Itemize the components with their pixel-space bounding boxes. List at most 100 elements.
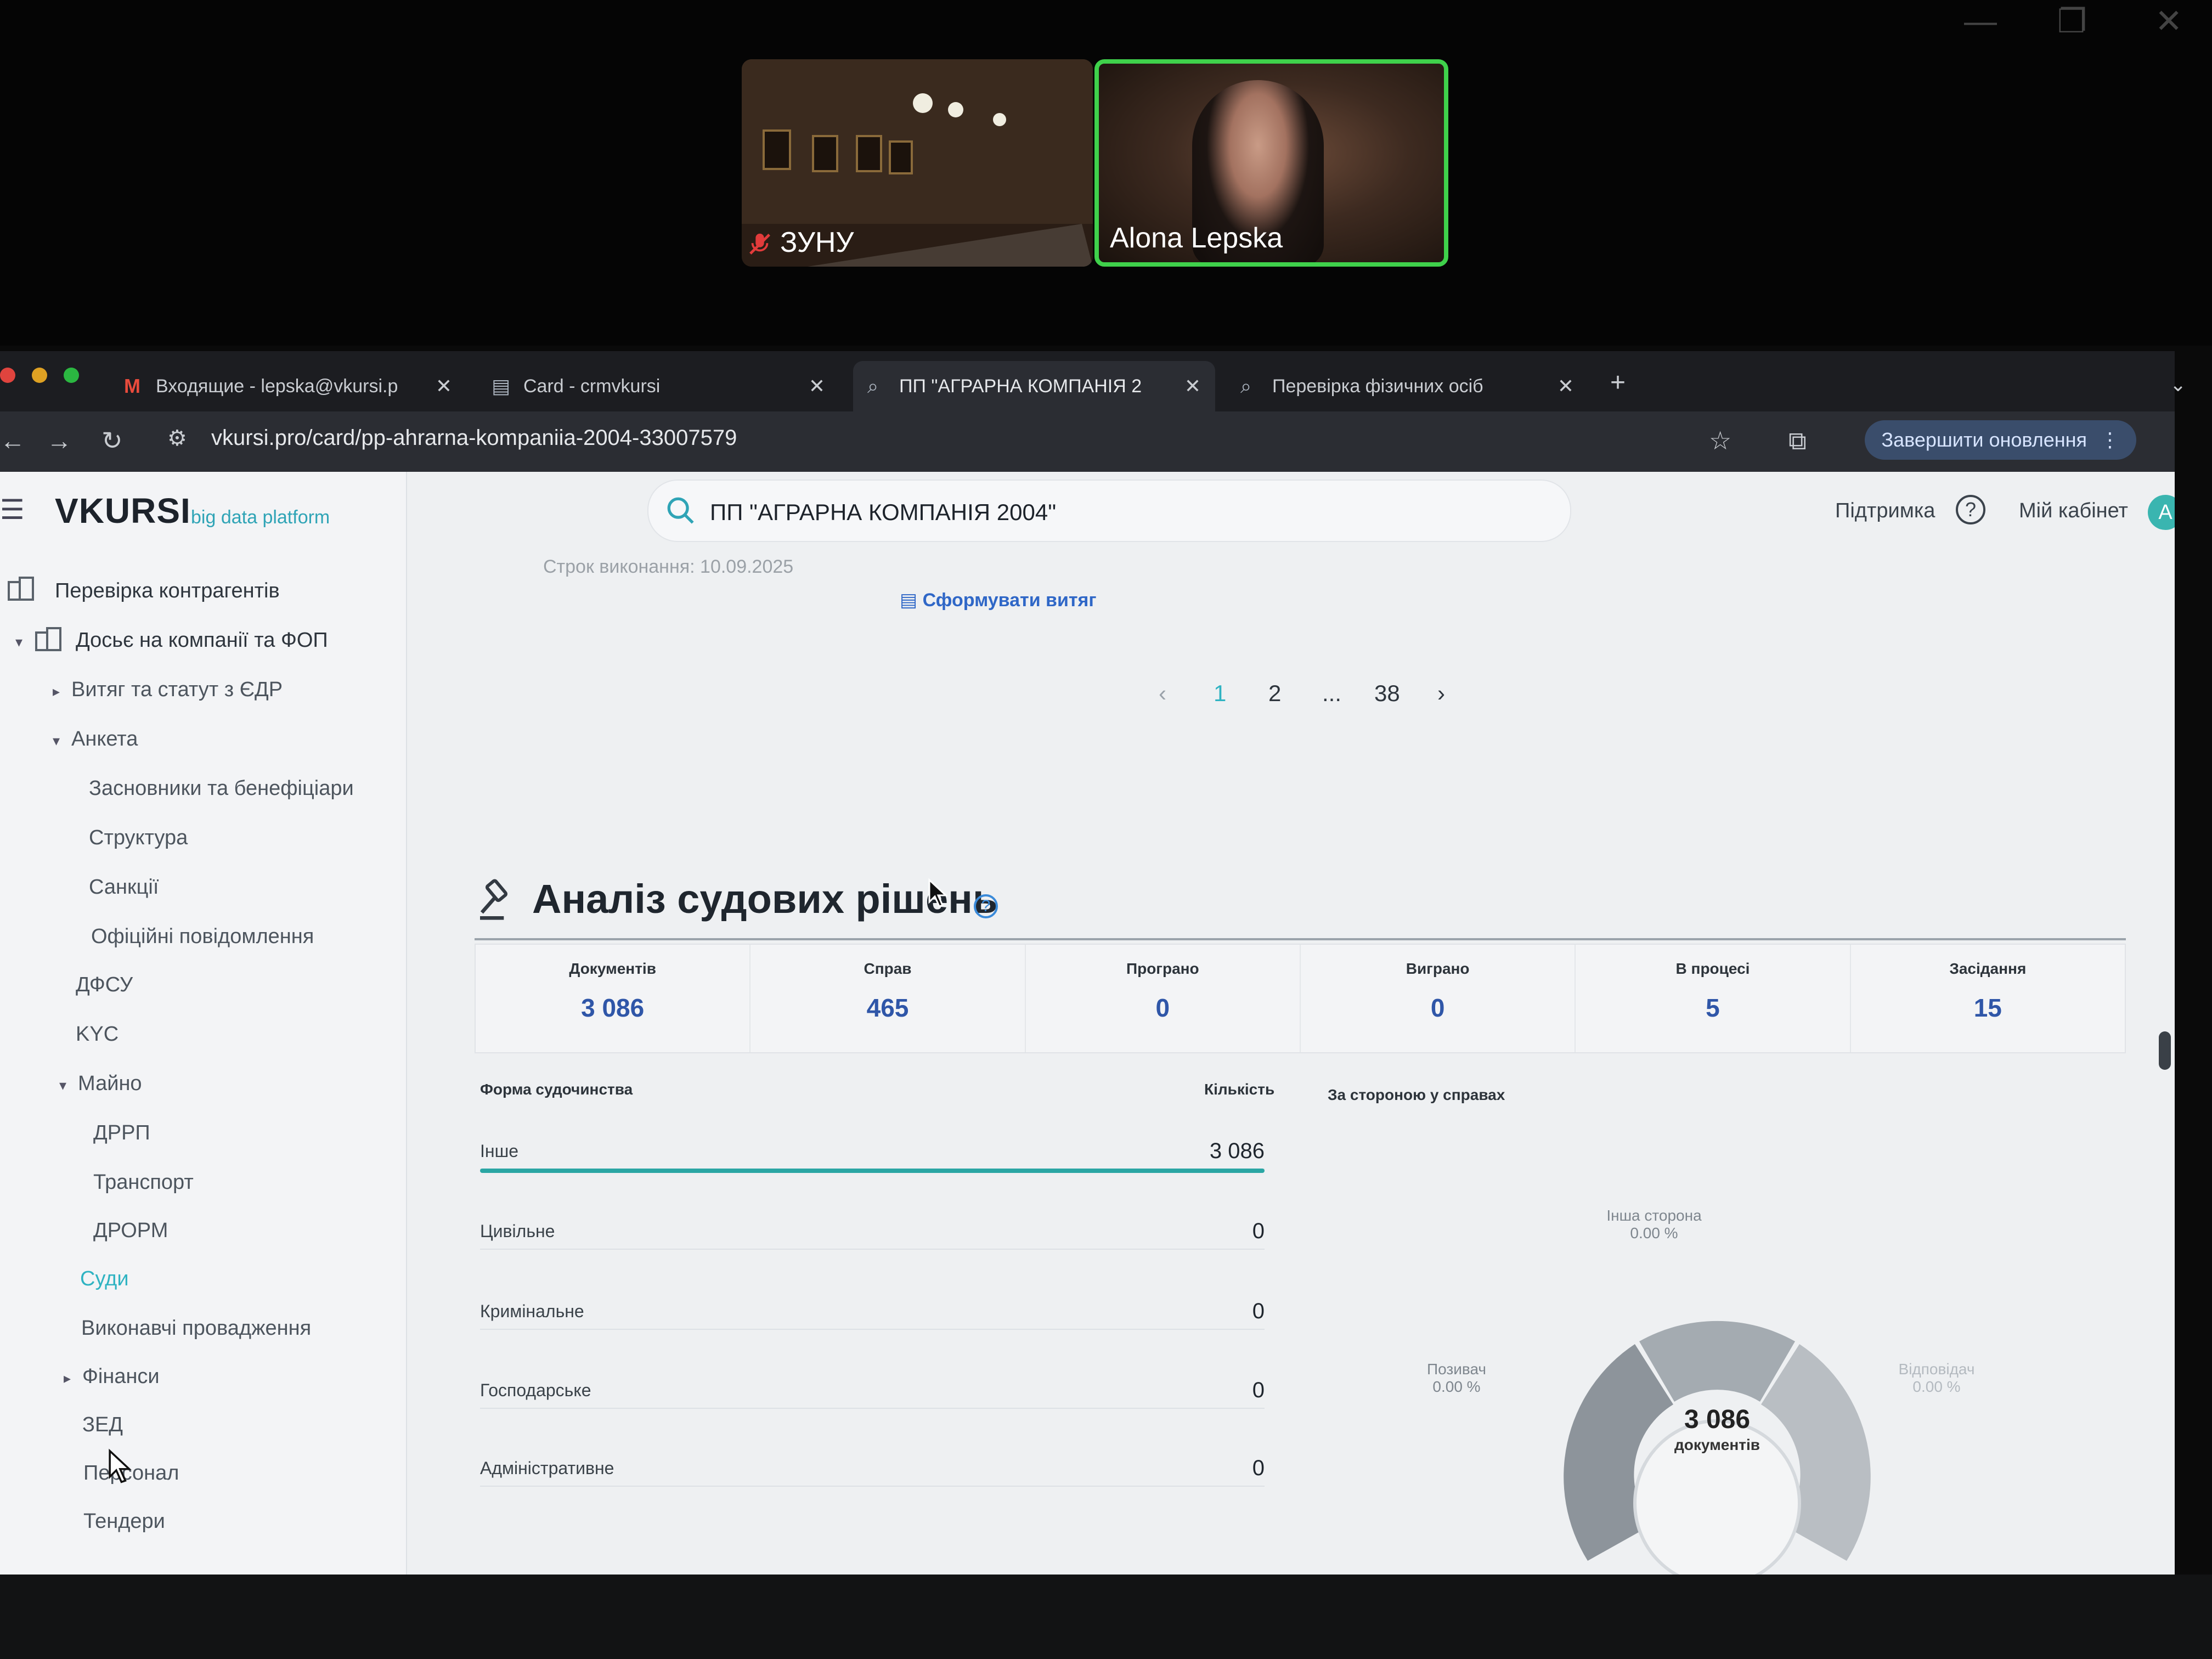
hamburger-menu-icon[interactable]: ☰ — [0, 494, 25, 526]
tab-crm-card[interactable]: ▤ Card - crmvkursi ✕ — [477, 361, 839, 411]
kebab-menu-icon[interactable]: ⋮ — [2100, 428, 2120, 452]
video-call-bar: — ❐ ✕ ЗУНУ Alona Lepska — [0, 0, 2212, 346]
form-row[interactable]: Кримінальне 0 — [480, 1299, 1265, 1367]
page-scrollbar[interactable] — [2159, 1031, 2171, 1070]
sidebar-item-drrp[interactable]: ДРРП — [93, 1121, 150, 1145]
reload-icon[interactable]: ↻ — [101, 426, 123, 455]
extract-link-label: Сформувати витяг — [922, 590, 1097, 611]
sidebar-item-enforcement[interactable]: Виконавчі провадження — [81, 1317, 311, 1340]
form-row[interactable]: Адміністративне 0 — [480, 1456, 1265, 1524]
sidebar-item-founders[interactable]: Засновники та бенефіціари — [89, 777, 354, 800]
sidebar-item-dossier[interactable]: ▾ Досьє на компанії та ФОП — [15, 629, 328, 652]
video-tile-alona-lepska[interactable]: Alona Lepska — [1094, 59, 1448, 267]
sidebar-item-tenders[interactable]: Тендери — [83, 1510, 165, 1533]
stat-label: Виграно — [1406, 960, 1470, 977]
close-tab-icon[interactable]: ✕ — [1558, 375, 1574, 398]
avatar[interactable]: A — [2148, 495, 2175, 530]
my-cabinet-link[interactable]: Мій кабінет — [2019, 499, 2128, 523]
form-count: 0 — [1252, 1219, 1265, 1243]
form-count: 0 — [1252, 1378, 1265, 1402]
muted-microphone-icon — [749, 233, 770, 255]
tab-list-chevron-icon[interactable]: ⌄ — [2170, 373, 2186, 396]
close-window-icon[interactable]: ✕ — [2155, 2, 2182, 41]
form-bar-track — [480, 1249, 1265, 1250]
site-settings-icon[interactable]: ⚙ — [167, 426, 187, 451]
form-row[interactable]: Господарське 0 — [480, 1378, 1265, 1446]
tab-company-card[interactable]: ⌕ ПП "АГРАРНА КОМПАНІЯ 2 ✕ — [853, 361, 1215, 411]
stat-cases[interactable]: Справ 465 — [751, 945, 1026, 1052]
sidebar-item-questionnaire[interactable]: ▾ Анкета — [53, 727, 138, 751]
stats-bar: Документів 3 086 Справ 465 Програно 0 Ви… — [475, 944, 2126, 1053]
form-label: Адміністративне — [480, 1458, 614, 1478]
zoom-window-dot[interactable] — [64, 368, 79, 383]
sidebar-item-dfsu[interactable]: ДФСУ — [76, 973, 133, 997]
stat-lost[interactable]: Програно 0 — [1026, 945, 1301, 1052]
minimize-window-dot[interactable] — [32, 368, 47, 383]
stat-label: Документів — [569, 960, 656, 977]
form-bar-track — [480, 1486, 1265, 1487]
stat-documents[interactable]: Документів 3 086 — [476, 945, 751, 1052]
new-tab-button[interactable]: + — [1610, 368, 1626, 398]
sidebar-item-official-notices[interactable]: Офіційні повідомлення — [91, 925, 314, 949]
form-row[interactable]: Цивільне 0 — [480, 1219, 1265, 1287]
sidebar-item-finance[interactable]: ▸ Фінанси — [64, 1365, 160, 1389]
close-window-dot[interactable] — [0, 368, 15, 383]
sidebar-item-kyc[interactable]: KYC — [76, 1023, 119, 1046]
back-icon[interactable]: ← — [0, 426, 25, 455]
tab-individuals-check[interactable]: ⌕ Перевірка фізичних осіб ✕ — [1226, 361, 1588, 411]
side-column-header: За стороною у справах — [1328, 1086, 1505, 1103]
caret-right-icon: ▸ — [53, 683, 60, 699]
segment-name: Позивач — [1427, 1361, 1486, 1378]
sidebar-item-edr-extract[interactable]: ▸ Витяг та статут з ЄДР — [53, 678, 283, 702]
tab-title: Перевірка фізичних осіб — [1272, 375, 1483, 397]
help-icon[interactable]: ? — [1956, 495, 1985, 524]
close-tab-icon[interactable]: ✕ — [1184, 375, 1201, 398]
restore-icon[interactable]: ❐ — [2057, 2, 2087, 41]
segment-name: Інша сторона — [1606, 1207, 1702, 1224]
support-link[interactable]: Підтримка — [1835, 499, 1935, 523]
stat-hearings[interactable]: Засідання 15 — [1851, 945, 2125, 1052]
sidebar-item-drorm[interactable]: ДРОРМ — [93, 1219, 168, 1243]
sidebar-item-property[interactable]: ▾ Майно — [59, 1072, 142, 1096]
sidebar-item-zed[interactable]: ЗЕД — [82, 1413, 123, 1437]
minimize-icon[interactable]: — — [1964, 2, 1997, 40]
url-field[interactable]: vkursi.pro/card/pp-ahrarna-kompaniia-200… — [211, 426, 737, 450]
info-icon[interactable]: ? — [974, 894, 998, 918]
extensions-icon[interactable]: ⧉ — [1788, 426, 1807, 456]
stat-in-process[interactable]: В процесі 5 — [1576, 945, 1851, 1052]
pagination-page-2[interactable]: 2 — [1268, 680, 1281, 707]
close-tab-icon[interactable]: ✕ — [809, 375, 825, 398]
sidebar-item-sanctions[interactable]: Санкції — [89, 876, 159, 899]
search-icon — [667, 497, 694, 524]
logo[interactable]: VKURSI — [55, 490, 191, 531]
mouse-cursor-icon — [928, 878, 948, 907]
finish-update-label: Завершити оновлення — [1881, 428, 2087, 451]
pagination-next[interactable]: › — [1437, 680, 1445, 707]
close-tab-icon[interactable]: ✕ — [436, 375, 452, 398]
stat-won[interactable]: Виграно 0 — [1301, 945, 1576, 1052]
donut-label-plaintiff: Позивач 0.00 % — [1396, 1361, 1517, 1396]
tab-gmail[interactable]: M Входящие - lepska@vkursi.p ✕ — [110, 361, 466, 411]
sidebar-item-courts[interactable]: Суди — [80, 1267, 129, 1291]
generate-extract-link[interactable]: ▤ Сформувати витяг — [900, 589, 1097, 611]
sidebar-item-structure[interactable]: Структура — [89, 826, 188, 850]
finish-update-button[interactable]: Завершити оновлення ⋮ — [1865, 420, 2136, 460]
gmail-icon: M — [124, 375, 140, 397]
sidebar-item-counterparty-check[interactable]: Перевірка контрагентів — [55, 579, 280, 603]
pagination-prev[interactable]: ‹ — [1159, 680, 1166, 707]
tab-title: ПП "АГРАРНА КОМПАНІЯ 2 — [899, 375, 1142, 397]
pagination-page-1[interactable]: 1 — [1214, 680, 1226, 707]
bookmark-star-icon[interactable]: ☆ — [1709, 426, 1731, 455]
document-icon: ▤ — [492, 375, 511, 397]
sidebar-item-label: Фінанси — [82, 1365, 160, 1388]
company-search-input[interactable]: ПП "АГРАРНА КОМПАНІЯ 2004" — [647, 479, 1571, 542]
sidebar-item-label: Майно — [78, 1072, 142, 1095]
form-label: Господарське — [480, 1380, 591, 1400]
pagination-page-38[interactable]: 38 — [1374, 680, 1400, 707]
form-row[interactable]: Інше 3 086 — [480, 1139, 1265, 1207]
video-tile-zuny[interactable]: ЗУНУ — [742, 59, 1093, 267]
donut-label-defendant: Відповідач 0.00 % — [1874, 1361, 2000, 1396]
forward-icon[interactable]: → — [47, 426, 72, 455]
sidebar-item-transport[interactable]: Транспорт — [93, 1171, 194, 1194]
sidebar-item-label: Анкета — [71, 727, 138, 751]
